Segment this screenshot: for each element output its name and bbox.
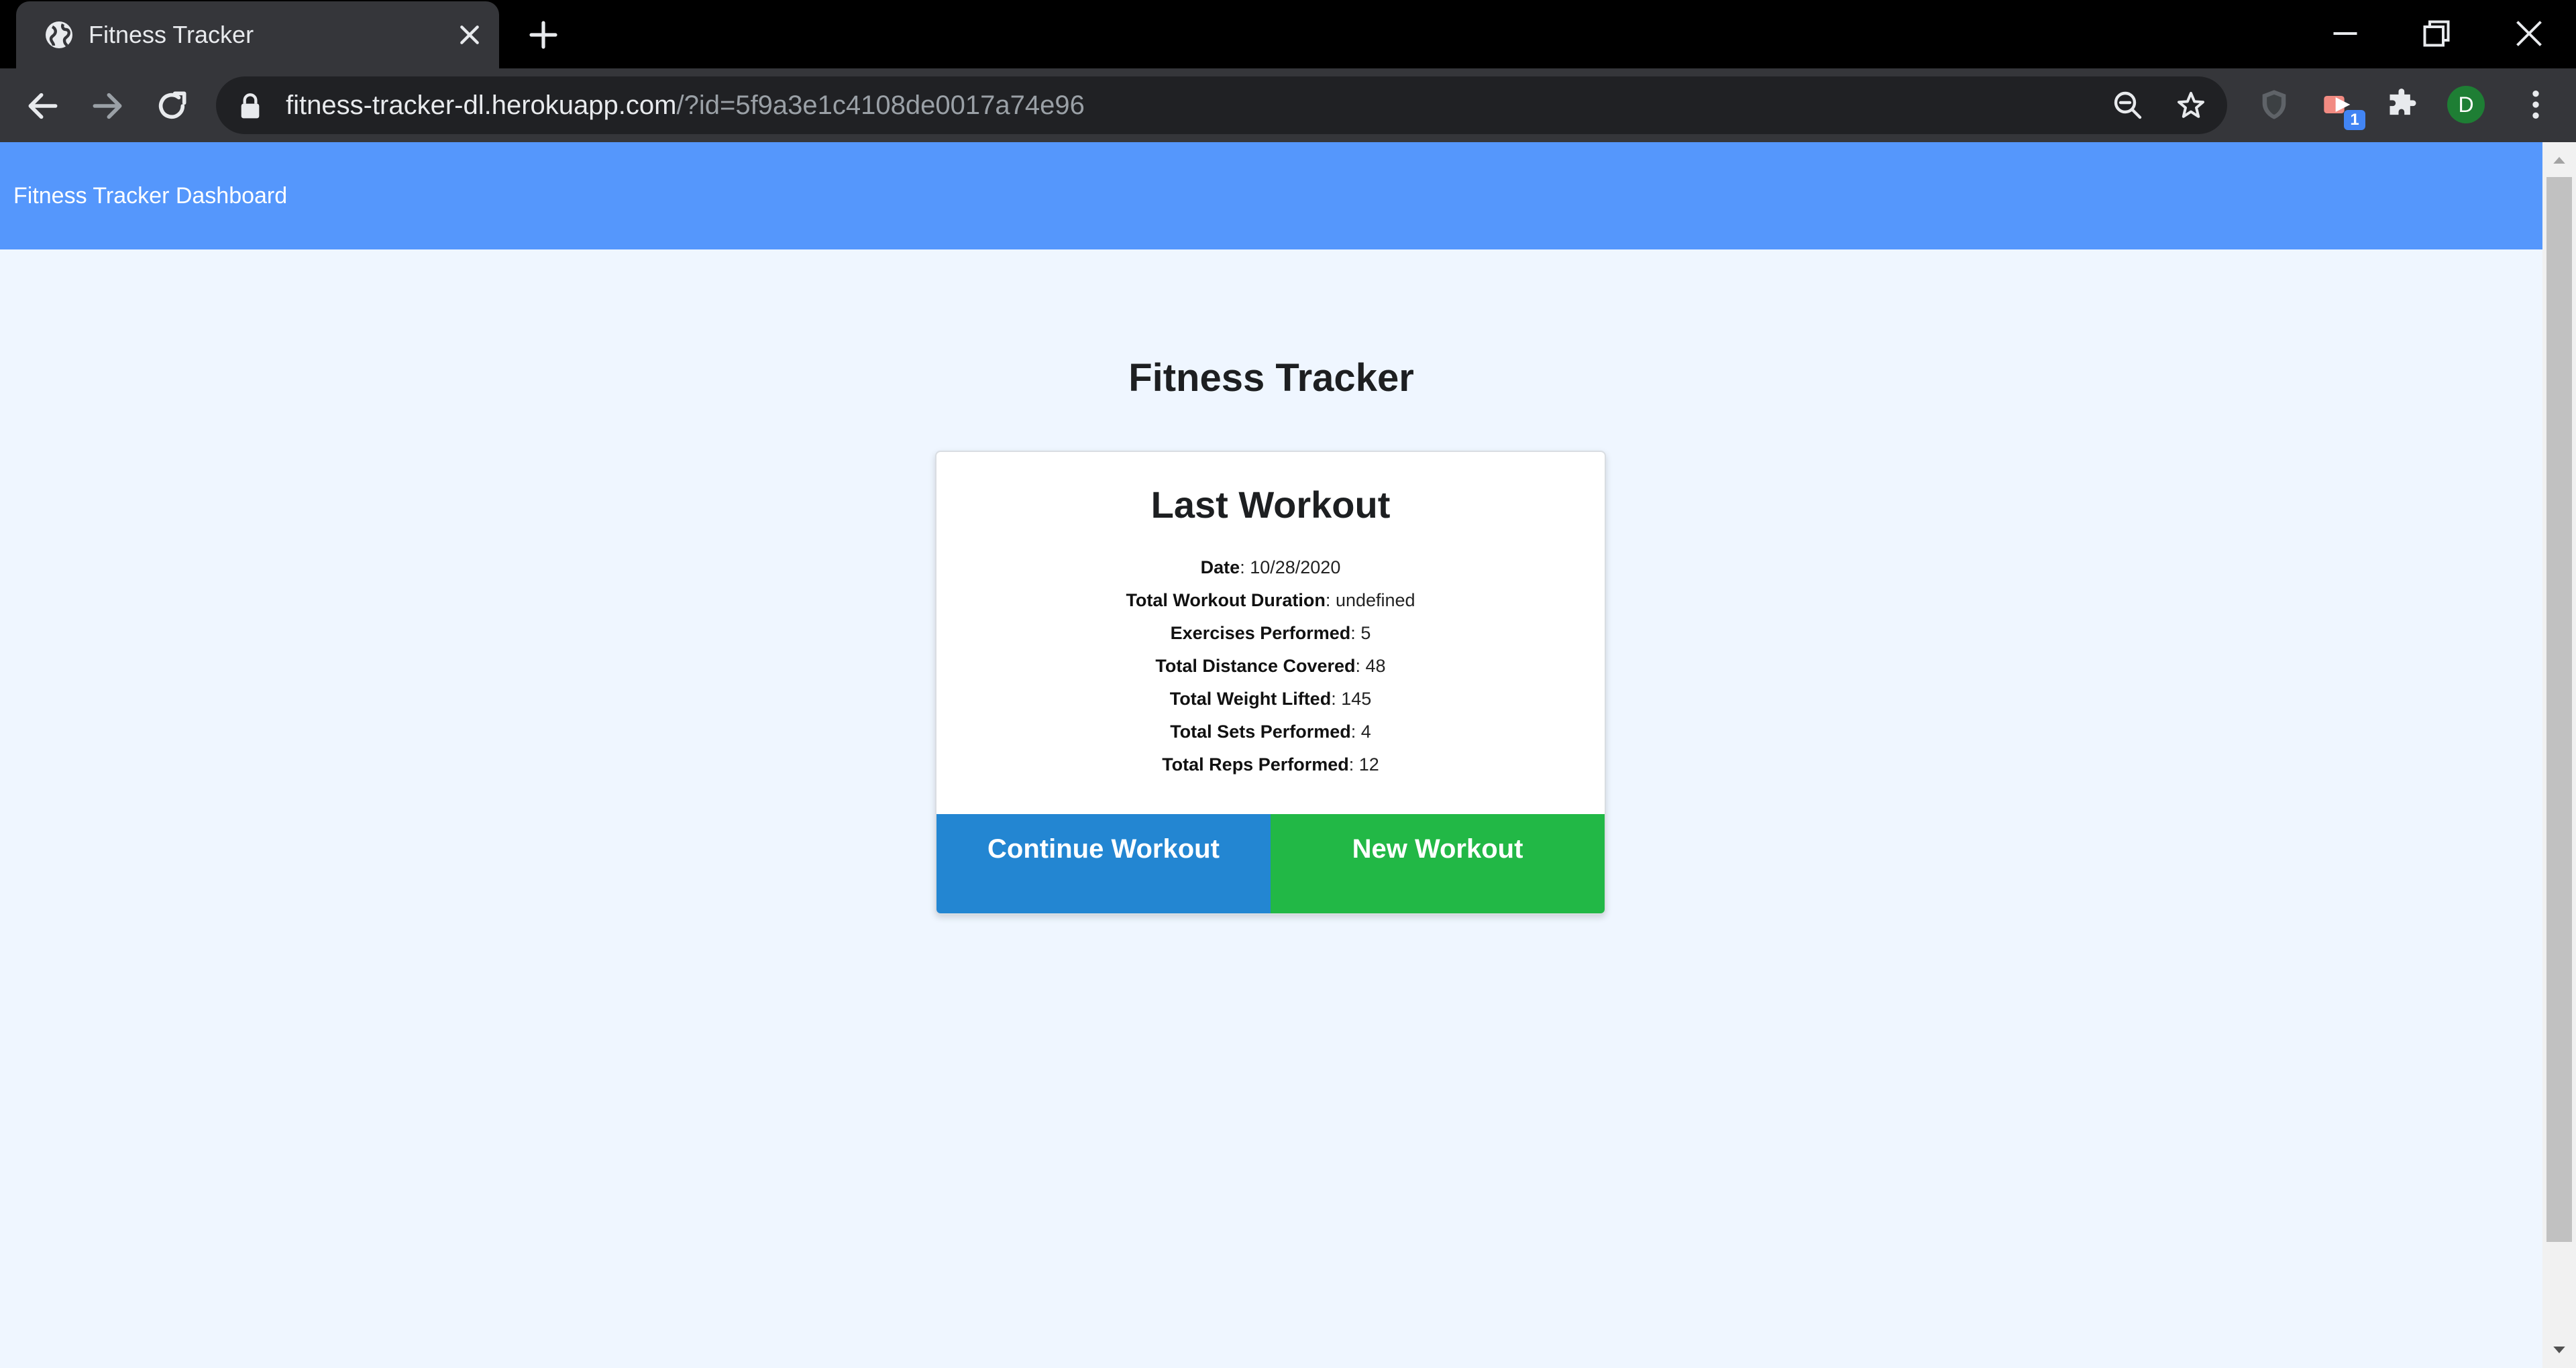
stat-label: Total Sets Performed (1170, 722, 1351, 742)
card-title: Last Workout (1150, 483, 1391, 526)
puzzle-icon[interactable] (2385, 87, 2420, 122)
lock-icon[interactable] (239, 93, 262, 119)
menu-dots-icon[interactable] (2517, 86, 2555, 123)
stat-label: Total Weight Lifted (1169, 689, 1332, 709)
page-viewport: Fitness Tracker Dashboard Fitness Tracke… (0, 142, 2542, 1368)
stat-total-distance-covered: Total Distance Covered: 48 (1155, 656, 1386, 676)
zoom-out-icon[interactable] (2112, 89, 2144, 121)
extension-badge: 1 (2344, 110, 2365, 130)
scroll-down-arrow-icon[interactable] (2549, 1340, 2569, 1360)
close-icon[interactable] (456, 21, 483, 48)
stat-label: Exercises Performed (1170, 623, 1351, 643)
url-host: fitness-tracker-dl.herokuapp.com (286, 91, 677, 120)
window-close-icon[interactable] (2509, 13, 2549, 54)
stat-value: 4 (1360, 722, 1371, 742)
stat-value: 5 (1360, 623, 1371, 643)
reload-icon[interactable] (153, 87, 191, 125)
url-path: /?id=5f9a3e1c4108de0017a74e96 (676, 91, 1085, 120)
scrollbar-thumb[interactable] (2546, 177, 2572, 1242)
back-arrow-icon[interactable] (24, 87, 62, 125)
vertical-scrollbar[interactable] (2542, 142, 2576, 1368)
navbar-brand-link[interactable]: Fitness Tracker Dashboard (13, 142, 287, 249)
navbar: Fitness Tracker Dashboard (0, 142, 2542, 249)
stat-exercises-performed: Exercises Performed: 5 (1170, 623, 1371, 643)
tab-title: Fitness Tracker (89, 21, 254, 48)
browser-tab[interactable]: Fitness Tracker (16, 1, 499, 68)
globe-icon (46, 21, 72, 48)
last-workout-card: Last Workout Date: 10/28/2020 Total Work… (935, 451, 1606, 915)
stat-total-reps-performed: Total Reps Performed: 12 (1162, 754, 1379, 775)
profile-avatar[interactable]: D (2447, 86, 2485, 123)
browser-tabstrip: Fitness Tracker (0, 0, 2576, 68)
stat-label: Total Reps Performed (1162, 754, 1349, 775)
new-workout-button[interactable]: New Workout (1271, 814, 1605, 913)
url-text[interactable]: fitness-tracker-dl.herokuapp.com/?id=5f9… (286, 76, 1085, 134)
workout-action-buttons: Continue Workout New Workout (936, 814, 1605, 913)
shield-icon[interactable] (2257, 87, 2292, 122)
workout-stats-list: Date: 10/28/2020 Total Workout Duration:… (936, 551, 1605, 781)
continue-workout-button[interactable]: Continue Workout (936, 814, 1271, 913)
browser-toolbar: fitness-tracker-dl.herokuapp.com/?id=5f9… (0, 68, 2576, 142)
star-icon[interactable] (2175, 89, 2207, 121)
scroll-up-arrow-icon[interactable] (2549, 150, 2569, 170)
plus-icon[interactable] (527, 19, 559, 51)
restore-icon[interactable] (2416, 13, 2457, 54)
stat-total-workout-duration: Total Workout Duration: undefined (1126, 590, 1415, 610)
stat-value: 145 (1341, 689, 1372, 709)
stat-label: Date (1200, 557, 1240, 577)
forward-arrow-icon[interactable] (89, 87, 126, 125)
stat-value: 12 (1358, 754, 1379, 775)
minimize-icon[interactable] (2325, 13, 2365, 54)
address-bar[interactable]: fitness-tracker-dl.herokuapp.com/?id=5f9… (216, 76, 2227, 134)
stat-value: 10/28/2020 (1250, 557, 1341, 577)
stat-date: Date: 10/28/2020 (1200, 557, 1341, 577)
stat-value: undefined (1335, 590, 1415, 610)
stat-total-weight-lifted: Total Weight Lifted: 145 (1169, 689, 1372, 709)
page-title: Fitness Tracker (1128, 356, 1414, 400)
stat-value: 48 (1365, 656, 1386, 676)
stat-label: Total Distance Covered (1155, 656, 1356, 676)
stat-total-sets-performed: Total Sets Performed: 4 (1170, 722, 1371, 742)
stat-label: Total Workout Duration (1126, 590, 1326, 610)
